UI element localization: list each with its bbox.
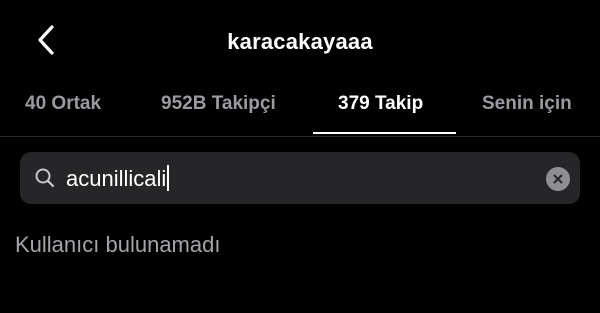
tab-mutual[interactable]: 40 Ortak xyxy=(25,82,101,136)
page-title: karacakayaaa xyxy=(227,29,373,54)
text-caret xyxy=(167,165,170,191)
tab-following[interactable]: 379 Takip xyxy=(338,82,423,136)
tab-bar: 40 Ortak 952B Takipçi 379 Takip Senin iç… xyxy=(0,82,600,137)
search-input[interactable]: acunillicali xyxy=(66,165,170,192)
no-results-message: Kullanıcı bulunamadı xyxy=(15,232,221,257)
search-bar[interactable]: acunillicali xyxy=(20,152,580,204)
search-input-value: acunillicali xyxy=(66,166,167,191)
clear-icon xyxy=(553,174,563,184)
tab-for-you[interactable]: Senin için xyxy=(482,82,572,136)
clear-search-button[interactable] xyxy=(546,167,570,191)
active-tab-indicator xyxy=(313,132,456,134)
header: karacakayaaa xyxy=(0,0,600,82)
tab-followers[interactable]: 952B Takipçi xyxy=(161,82,276,136)
search-icon xyxy=(35,168,55,188)
